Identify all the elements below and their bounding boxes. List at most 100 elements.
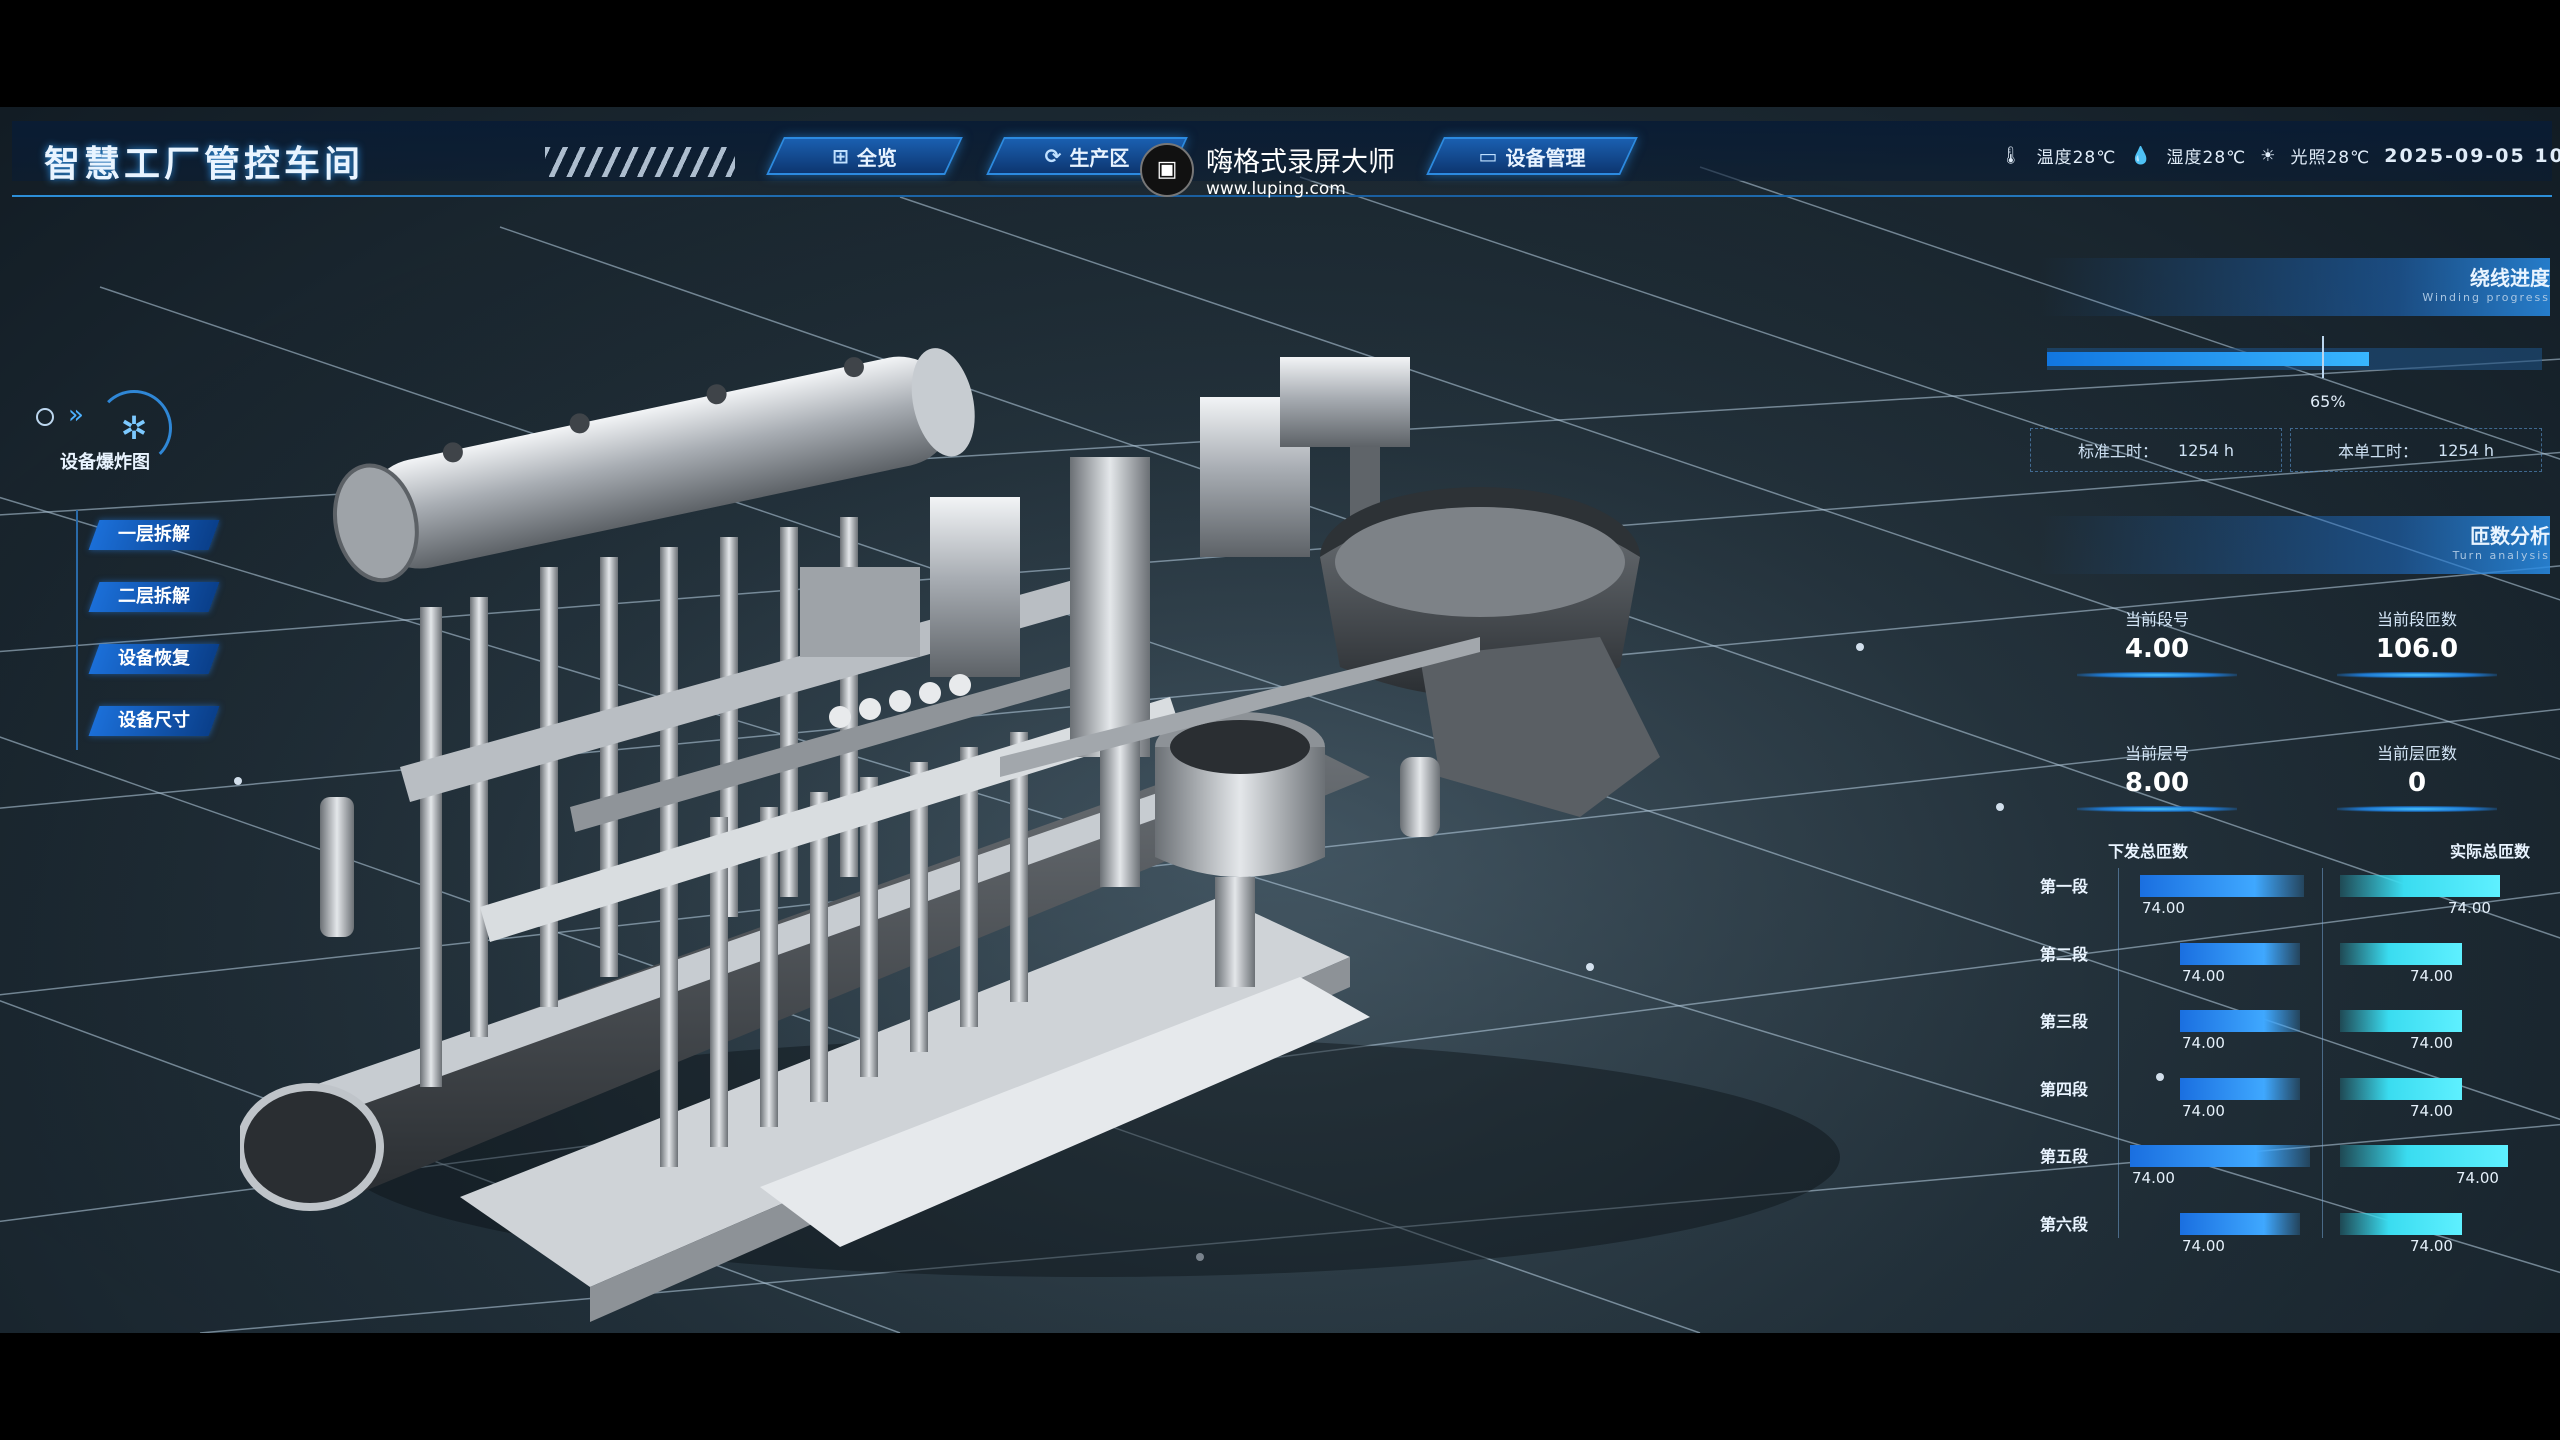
temperature-value: 温度28℃ <box>2036 148 2117 168</box>
monitor-icon: ▭ <box>1478 144 1498 168</box>
stat-underline <box>2077 806 2237 812</box>
issued-turns-bar <box>2180 1212 2300 1235</box>
stat-underline <box>2337 672 2497 678</box>
actual-turns-bar <box>2340 1077 2462 1100</box>
segment-label: 第一段 <box>2040 877 2089 896</box>
radio-dot-icon <box>36 408 54 426</box>
issued-turns-value: 74.00 <box>2182 1236 2225 1255</box>
turns-title: 匝数分析 <box>2470 524 2550 548</box>
actual-turns-value: 74.00 <box>2410 1101 2453 1120</box>
thermometer-icon: 🌡 <box>2000 145 2023 166</box>
watermark-app-name: 嗨格式录屏大师 <box>1206 147 1395 178</box>
winding-progress-label: 65% <box>2310 392 2346 411</box>
device-size-button[interactable]: 设备尺寸 <box>88 706 220 736</box>
actual-turns-bar <box>2340 1010 2462 1032</box>
segment-label: 第六段 <box>2040 1214 2089 1234</box>
issued-turns-value: 74.00 <box>2132 1169 2175 1187</box>
issued-turns-bar <box>2180 942 2300 965</box>
issued-turns-bar <box>2180 1010 2300 1032</box>
issued-turns-bar <box>2130 1145 2310 1167</box>
double-chevron-icon: » <box>68 400 84 430</box>
segment-label: 第五段 <box>2040 1147 2089 1166</box>
current-segment-turns-value: 106.0 <box>2375 634 2459 664</box>
layer-one-disassemble-button[interactable]: 一层拆解 <box>88 520 220 550</box>
tab-overview-label: 全览 <box>856 145 897 170</box>
stat-underline <box>2337 806 2497 812</box>
tab-device-management-label: 设备管理 <box>1505 145 1586 170</box>
camera-icon: ▣ <box>1140 142 1194 197</box>
page-title: 智慧工厂管控车间 <box>44 144 365 185</box>
environment-status: 🌡 温度28℃ 💧 湿度28℃ ☀ 光照28℃ 2025-09-05 10:55… <box>2000 143 2560 169</box>
decorative-stripes <box>545 147 735 177</box>
current-segment-stat: 当前段号 4.00 <box>2077 606 2237 678</box>
current-layer-label: 当前层号 <box>2124 744 2189 763</box>
actual-turns-value: 74.00 <box>2410 1236 2453 1255</box>
letterbox-bottom <box>0 1333 2560 1440</box>
issued-turns-value: 74.00 <box>2182 966 2225 985</box>
grid-icon: ⊞ <box>832 144 849 168</box>
winding-progress-bar <box>2047 348 2542 370</box>
current-segment-value: 4.00 <box>2124 634 2190 664</box>
current-layer-turns-value: 0 <box>2407 768 2427 798</box>
actual-turns-bar <box>2340 942 2462 965</box>
segment-label: 第三段 <box>2040 1012 2089 1031</box>
tab-production-label: 生产区 <box>1069 145 1130 170</box>
device-size-label: 设备尺寸 <box>118 710 190 731</box>
progress-marker <box>2322 336 2324 378</box>
factory-icon: ⟳ <box>1044 144 1062 168</box>
explode-view-label: 设备爆炸图 <box>60 452 150 473</box>
standard-hours-box: 标准工时： 1254 h <box>2030 428 2282 472</box>
single-hours-box: 本单工时： 1254 h <box>2290 428 2542 472</box>
chart-axis-middle <box>2322 868 2323 1238</box>
current-layer-value: 8.00 <box>2124 768 2190 798</box>
actual-turns-value: 74.00 <box>2410 966 2453 985</box>
current-segment-label: 当前段号 <box>2124 610 2189 629</box>
tab-device-management[interactable]: ▭ 设备管理 <box>1426 137 1638 175</box>
issued-turns-value: 74.00 <box>2182 1101 2225 1120</box>
watermark-url: www.luping.com <box>1206 179 1346 199</box>
stat-underline <box>2077 672 2237 678</box>
issued-turns-value: 74.00 <box>2182 1034 2225 1052</box>
actual-turns-bar <box>2340 875 2500 897</box>
issued-turns-bar <box>2140 875 2304 897</box>
layer-one-disassemble-label: 一层拆解 <box>118 524 190 545</box>
layer-two-disassemble-button[interactable]: 二层拆解 <box>88 582 220 612</box>
current-layer-stat: 当前层号 8.00 <box>2077 740 2237 812</box>
single-hours-value: 1254 h <box>2438 440 2494 460</box>
humidity-value: 湿度28℃ <box>2166 148 2247 168</box>
actual-turns-value: 74.00 <box>2448 899 2491 917</box>
winding-machine-model[interactable] <box>240 337 1940 1333</box>
turns-section-title: 匝数分析 Turn analysis <box>2453 520 2550 562</box>
side-rail <box>76 510 78 750</box>
winding-progress-fill <box>2047 352 2369 366</box>
winding-title: 绕线进度 <box>2470 266 2550 290</box>
tab-overview[interactable]: ⊞ 全览 <box>766 137 963 175</box>
light-value: 光照28℃ <box>2290 148 2371 168</box>
letterbox-top <box>0 0 2560 107</box>
actual-turns-bar <box>2340 1145 2508 1167</box>
winding-section-title: 绕线进度 Winding progress <box>2422 262 2550 304</box>
sun-icon: ☀ <box>2260 145 2277 166</box>
network-icon: ✲ <box>120 409 148 447</box>
datetime: 2025-09-05 10:55:03 <box>2384 144 2560 167</box>
device-restore-button[interactable]: 设备恢复 <box>88 644 220 674</box>
actual-turns-value: 74.00 <box>2410 1034 2453 1052</box>
actual-turns-value: 74.00 <box>2456 1169 2499 1187</box>
segment-label: 第四段 <box>2040 1079 2089 1099</box>
segment-label: 第二段 <box>2040 944 2089 964</box>
current-segment-turns-stat: 当前段匝数 106.0 <box>2337 606 2497 678</box>
recorder-watermark: ▣ 嗨格式录屏大师 www.luping.com <box>1140 140 1395 199</box>
current-segment-turns-label: 当前段匝数 <box>2376 610 2457 629</box>
standard-hours-label: 标准工时： <box>2078 442 2159 461</box>
turns-subtitle: Turn analysis <box>2452 549 2550 562</box>
current-layer-turns-label: 当前层匝数 <box>2376 744 2457 763</box>
device-restore-label: 设备恢复 <box>118 648 190 669</box>
issued-turns-value: 74.00 <box>2142 899 2185 917</box>
issued-turns-header: 下发总匝数 <box>2108 842 2189 861</box>
issued-turns-bar <box>2180 1077 2300 1100</box>
standard-hours-value: 1254 h <box>2178 440 2234 460</box>
actual-turns-header: 实际总匝数 <box>2450 842 2531 861</box>
single-hours-label: 本单工时： <box>2338 442 2419 461</box>
actual-turns-bar <box>2340 1212 2462 1235</box>
droplet-icon: 💧 <box>2130 145 2153 166</box>
